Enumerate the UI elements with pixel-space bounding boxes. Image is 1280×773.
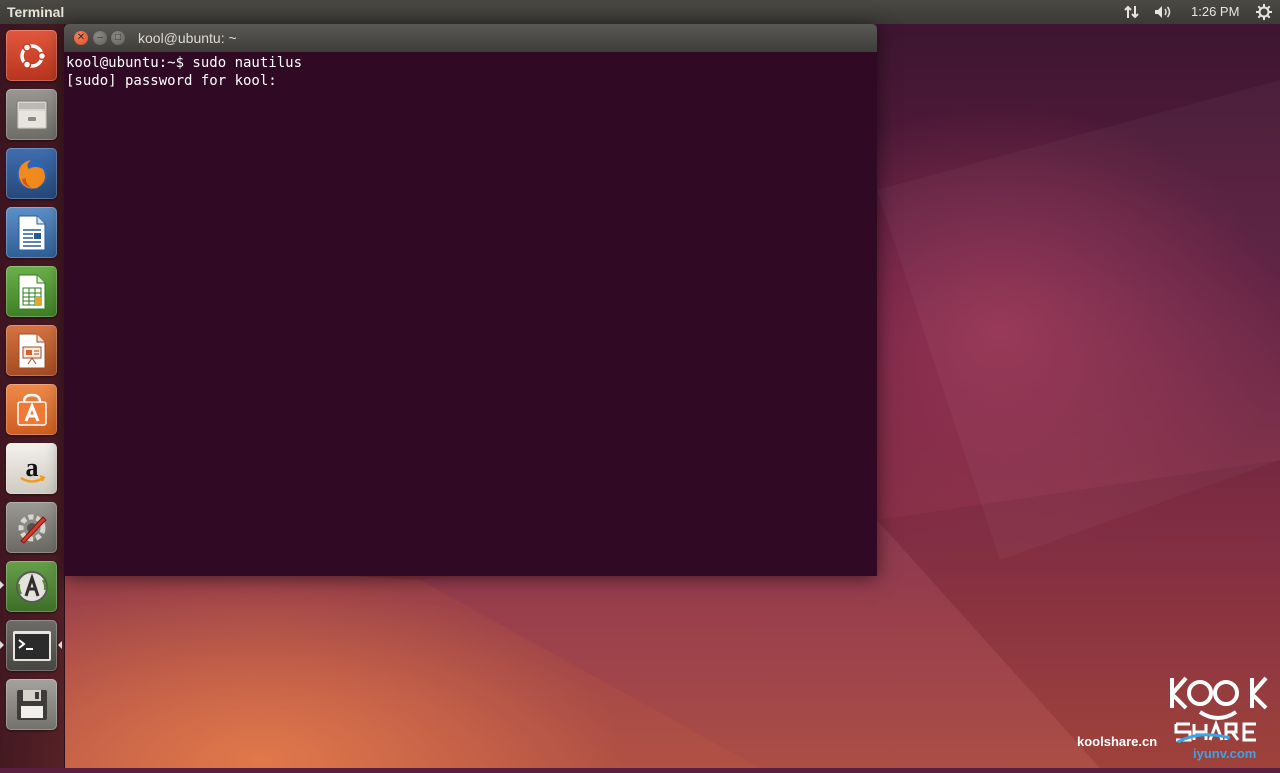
watermark-site-text-2: iyunv.com — [1193, 746, 1257, 761]
window-title: kool@ubuntu: ~ — [138, 30, 237, 46]
running-indicator — [0, 581, 4, 589]
files-icon[interactable] — [6, 89, 57, 140]
terminal-line: kool@ubuntu:~$ sudo nautilus — [66, 55, 303, 71]
libreoffice-writer-icon[interactable] — [6, 207, 57, 258]
network-icon[interactable] — [1122, 3, 1142, 21]
settings-gear-icon[interactable] — [1254, 3, 1274, 21]
top-panel: Terminal 1:26 PM — [0, 0, 1280, 24]
terminal-window[interactable]: ✕ – □ kool@ubuntu: ~ kool@ubuntu:~$ sudo… — [64, 24, 877, 576]
running-indicator — [0, 641, 4, 649]
floppy-save-icon[interactable] — [6, 679, 57, 730]
clock[interactable]: 1:26 PM — [1191, 4, 1239, 19]
maximize-button[interactable]: □ — [111, 31, 125, 45]
software-updater-icon[interactable] — [6, 561, 57, 612]
close-button[interactable]: ✕ — [74, 31, 88, 45]
libreoffice-impress-icon[interactable] — [6, 325, 57, 376]
ubuntu-dash-icon[interactable] — [6, 30, 57, 81]
watermark-logo: koolshare.cn iyunv.com — [1060, 672, 1280, 768]
volume-icon[interactable] — [1154, 3, 1174, 21]
minimize-button[interactable]: – — [93, 31, 107, 45]
terminal-output[interactable]: kool@ubuntu:~$ sudo nautilus [sudo] pass… — [64, 52, 877, 576]
launcher: a — [0, 24, 65, 768]
firefox-icon[interactable] — [6, 148, 57, 199]
software-center-icon[interactable] — [6, 384, 57, 435]
terminal-line: [sudo] password for kool: — [66, 73, 277, 89]
libreoffice-calc-icon[interactable] — [6, 266, 57, 317]
amazon-icon[interactable]: a — [6, 443, 57, 494]
system-settings-icon[interactable] — [6, 502, 57, 553]
focused-indicator — [58, 641, 62, 649]
svg-text:a: a — [25, 453, 38, 482]
active-app-title: Terminal — [7, 4, 65, 20]
watermark-site-text: koolshare.cn — [1077, 734, 1158, 749]
window-titlebar[interactable]: ✕ – □ kool@ubuntu: ~ — [64, 24, 877, 52]
terminal-icon[interactable] — [6, 620, 57, 671]
